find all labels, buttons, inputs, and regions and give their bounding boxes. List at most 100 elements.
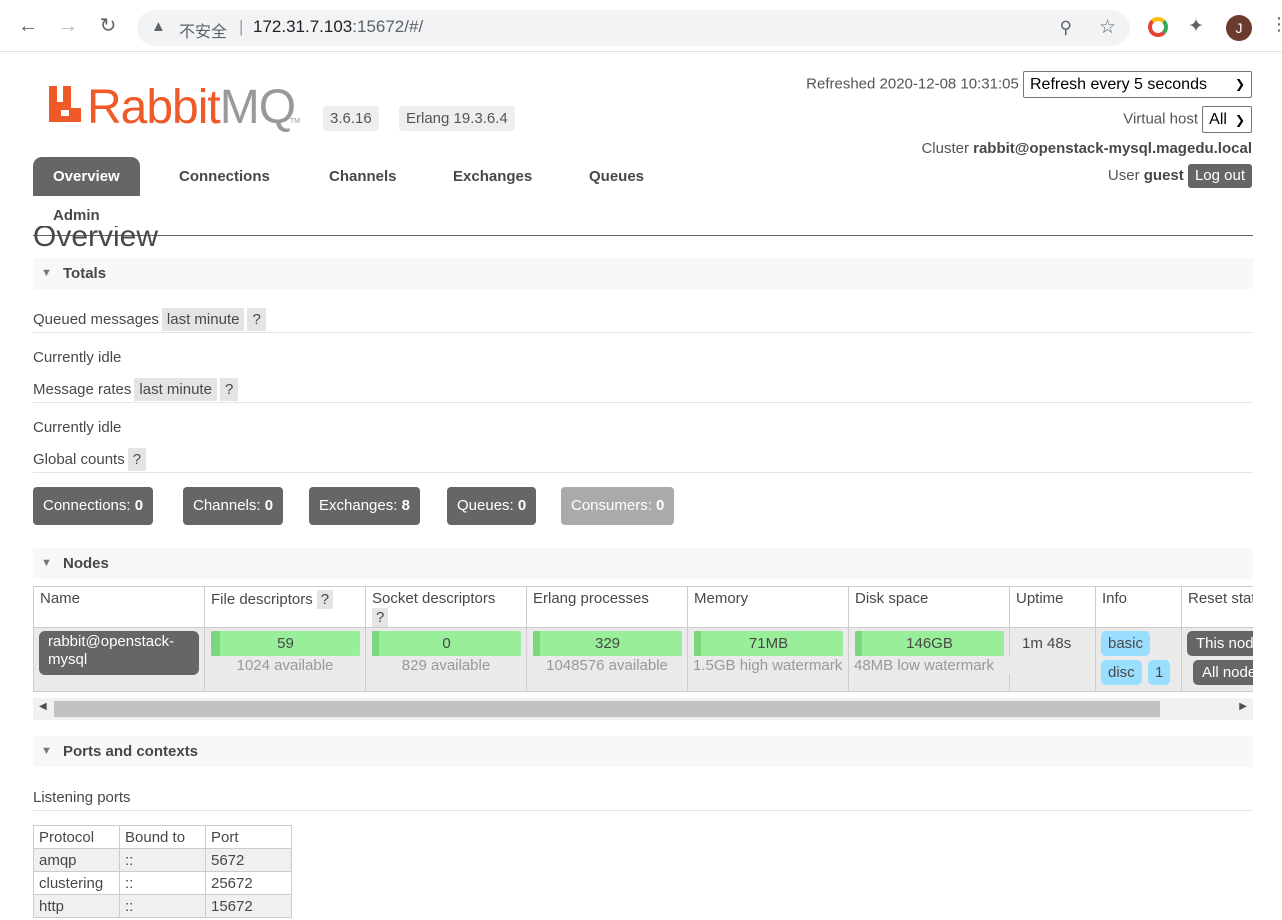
scrollbar-thumb[interactable]	[54, 701, 1160, 717]
user-label: User	[1107, 167, 1140, 184]
section-totals-header[interactable]: ▼ Totals	[33, 258, 1253, 289]
chevron-down-icon: ❯	[1234, 77, 1245, 91]
tab-overview[interactable]: Overview	[33, 157, 140, 196]
tab-connections[interactable]: Connections	[159, 157, 290, 196]
tab-exchanges[interactable]: Exchanges	[433, 157, 552, 196]
memory-bar: 71MB	[694, 631, 843, 656]
reset-this-node-button[interactable]: This node	[1187, 631, 1253, 656]
avatar[interactable]: J	[1226, 15, 1252, 41]
global-counts-row: Global counts?	[33, 447, 1253, 473]
exchanges-count[interactable]: Exchanges: 8	[309, 487, 420, 525]
vhost-select[interactable]: All ❯	[1202, 106, 1252, 133]
user-name: guest	[1143, 167, 1184, 184]
collapse-triangle-icon: ▼	[41, 267, 52, 279]
refresh-select[interactable]: Refresh every 5 seconds ❯	[1023, 71, 1252, 98]
chrome-extension-icon[interactable]	[1148, 17, 1168, 37]
help-button[interactable]: ?	[127, 448, 147, 471]
help-button[interactable]: ?	[316, 590, 334, 609]
tab-divider	[33, 235, 1253, 236]
scroll-right-icon[interactable]: ▶	[1239, 701, 1247, 712]
section-nodes-header[interactable]: ▼ Nodes	[33, 548, 1253, 579]
vhost-label: Virtual host	[1123, 110, 1198, 128]
time-range-tag[interactable]: last minute	[161, 308, 245, 331]
queues-count[interactable]: Queues: 0	[447, 487, 537, 525]
disk-space-bar: 146GB	[855, 631, 1004, 656]
scroll-left-icon[interactable]: ◀	[39, 701, 47, 712]
section-title: Nodes	[63, 555, 109, 572]
warning-icon: ▲	[151, 18, 166, 35]
node-name-link[interactable]: rabbit@openstack-mysql	[39, 631, 199, 675]
security-label: 不安全	[179, 22, 228, 41]
puzzle-icon[interactable]: ✦	[1188, 15, 1204, 38]
more-icon[interactable]: ⋮	[1270, 14, 1282, 35]
user-row: User guest Log out	[1108, 164, 1252, 188]
erlang-processes-bar: 329	[533, 631, 682, 656]
queued-messages-row: Queued messages last minute?	[33, 307, 1253, 333]
column-header: Bound to	[119, 825, 206, 849]
column-header: Protocol	[33, 825, 120, 849]
separator: |	[239, 17, 244, 36]
cluster-name: rabbit@openstack-mysql.magedu.local	[973, 140, 1252, 157]
column-header: Reset stats	[1182, 587, 1253, 627]
time-range-tag[interactable]: last minute	[134, 378, 217, 401]
horizontal-scrollbar[interactable]: ◀ ▶	[33, 698, 1253, 720]
reset-all-nodes-button[interactable]: All nodes	[1193, 660, 1253, 685]
table-row: rabbit@openstack-mysql 59 1024 available…	[34, 627, 1253, 691]
tab-channels[interactable]: Channels	[309, 157, 417, 196]
version-badge: 3.6.16	[323, 106, 379, 131]
table-row: amqp :: 5672	[33, 848, 292, 872]
browser-toolbar: ← → ↻ ▲ 不安全 | 172.31.7.103:15672/#/ ⚲ ☆ …	[0, 0, 1282, 52]
column-header: Uptime	[1010, 587, 1096, 627]
erlang-processes-available: 1048576 available	[546, 657, 668, 674]
memory-watermark: 1.5GB high watermark	[693, 657, 843, 674]
uptime-value: 1m 48s	[1010, 628, 1096, 691]
consumers-count: Consumers: 0	[561, 487, 675, 525]
section-title: Totals	[63, 265, 107, 282]
section-title: Ports and contexts	[63, 743, 199, 760]
column-header: Erlang processes	[527, 587, 688, 627]
collapse-triangle-icon: ▼	[41, 557, 52, 569]
url-text[interactable]: 172.31.7.103:15672/#/	[253, 17, 423, 37]
help-button[interactable]: ?	[372, 608, 389, 627]
refresh-row: Refreshed 2020-12-08 10:31:05 Refresh ev…	[806, 71, 1252, 98]
logout-button[interactable]: Log out	[1187, 164, 1252, 188]
idle-text: Currently idle	[33, 419, 122, 436]
collapse-triangle-icon: ▼	[41, 745, 52, 757]
vhost-row: Virtual host All ❯	[1123, 106, 1252, 133]
info-tag-disc: disc	[1101, 660, 1142, 685]
channels-count[interactable]: Channels: 0	[183, 487, 284, 525]
info-tag-count: 1	[1148, 660, 1171, 685]
idle-text: Currently idle	[33, 349, 122, 366]
column-header: Disk space	[849, 587, 1010, 627]
cluster-label: Cluster	[921, 140, 969, 157]
listening-ports-table: Protocol Bound to Port amqp :: 5672 clus…	[33, 825, 292, 918]
reload-icon[interactable]: ↻	[96, 14, 120, 38]
logo-text-rabbit: Rabbit	[87, 81, 221, 134]
back-arrow-icon[interactable]: ←	[16, 14, 40, 38]
rabbit-logo-icon	[49, 86, 81, 122]
section-ports-header[interactable]: ▼ Ports and contexts	[33, 736, 1253, 767]
connections-count[interactable]: Connections: 0	[33, 487, 154, 525]
key-icon[interactable]: ⚲	[1060, 18, 1072, 38]
socket-descriptors-available: 829 available	[401, 657, 491, 674]
help-button[interactable]: ?	[219, 378, 239, 401]
file-descriptors-bar: 59	[211, 631, 360, 656]
forward-arrow-icon[interactable]: →	[56, 14, 80, 38]
info-tag-basic: basic	[1101, 631, 1151, 656]
column-header: File descriptors?	[205, 587, 366, 627]
column-header: Info	[1096, 587, 1182, 627]
logo-tm: TM	[290, 118, 301, 125]
column-header: Socket descriptors?	[366, 587, 527, 627]
column-header: Port	[205, 825, 292, 849]
erlang-badge: Erlang 19.3.6.4	[399, 106, 515, 131]
table-row: clustering :: 25672	[33, 871, 292, 895]
refreshed-label: Refreshed	[806, 75, 876, 93]
cluster-row: Cluster rabbit@openstack-mysql.magedu.lo…	[921, 140, 1252, 157]
nodes-table: Name File descriptors? Socket descriptor…	[33, 586, 1253, 692]
tab-queues[interactable]: Queues	[569, 157, 664, 196]
page-title: Overview	[33, 226, 159, 253]
star-icon[interactable]: ☆	[1099, 16, 1116, 39]
logo-text-mq: MQ	[219, 81, 296, 134]
address-bar[interactable]: ▲ 不安全 | 172.31.7.103:15672/#/ ⚲ ☆	[137, 10, 1130, 46]
help-button[interactable]: ?	[247, 308, 266, 331]
